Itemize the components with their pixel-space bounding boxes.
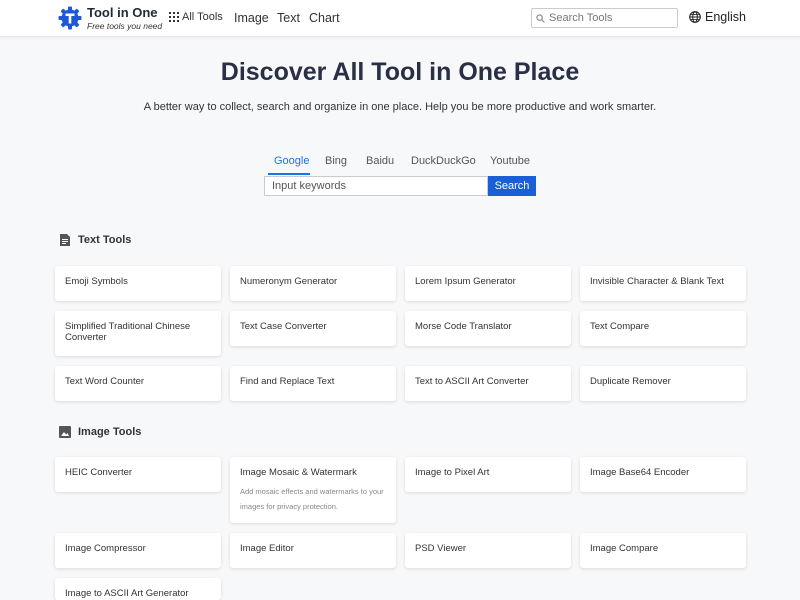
tool-card-image-mosaic-watermark[interactable]: Image Mosaic & Watermark Add mosaic effe… <box>230 457 396 523</box>
section-title-image-tools: Image Tools <box>58 425 141 439</box>
keyword-input[interactable] <box>264 176 488 196</box>
tool-card-morse-code-translator[interactable]: Morse Code Translator <box>405 311 571 346</box>
brand-tagline: Free tools you need <box>87 21 163 31</box>
tool-card-duplicate-remover[interactable]: Duplicate Remover <box>580 366 746 401</box>
hero-title: Discover All Tool in One Place <box>220 58 580 86</box>
grid-icon <box>169 12 179 22</box>
tool-card-title: Image Base64 Encoder <box>590 467 690 478</box>
engine-search-button[interactable]: Search <box>488 176 536 196</box>
tool-card-title: Emoji Symbols <box>65 276 128 287</box>
tool-card-title: Text Case Converter <box>240 321 327 332</box>
tool-card-image-to-pixel-art[interactable]: Image to Pixel Art <box>405 457 571 492</box>
tool-card-heic-converter[interactable]: HEIC Converter <box>55 457 221 492</box>
section-title-label: Image Tools <box>78 426 142 438</box>
nav-all-tools[interactable]: All Tools <box>169 11 223 23</box>
tool-card-title: Numeronym Generator <box>240 276 338 287</box>
image-icon <box>59 426 71 438</box>
tool-card-image-compressor[interactable]: Image Compressor <box>55 533 221 568</box>
nav-all-tools-label: All Tools <box>182 11 223 23</box>
tool-card-image-compare[interactable]: Image Compare <box>580 533 746 568</box>
nav-text[interactable]: Text <box>277 11 300 25</box>
top-header: Tool in One Free tools you need All Tool… <box>0 0 800 37</box>
language-selector[interactable]: English <box>689 10 746 24</box>
tool-card-emoji-symbols[interactable]: Emoji Symbols <box>55 266 221 301</box>
engine-tab-bing[interactable]: Bing <box>325 155 347 167</box>
tool-card-title: Image Compressor <box>65 543 146 554</box>
tool-card-numeronym-generator[interactable]: Numeronym Generator <box>230 266 396 301</box>
tool-card-title: Text to ASCII Art Converter <box>415 376 529 387</box>
tool-card-text-to-ascii-art[interactable]: Text to ASCII Art Converter <box>405 366 571 401</box>
tool-card-find-and-replace-text[interactable]: Find and Replace Text <box>230 366 396 401</box>
hero-subtitle: A better way to collect, search and orga… <box>143 101 657 113</box>
tool-search-box[interactable] <box>531 8 678 28</box>
tool-card-title: Simplified Traditional Chinese Converter <box>65 321 191 343</box>
active-engine-indicator <box>268 173 310 175</box>
nav-image[interactable]: Image <box>234 11 269 25</box>
nav-chart[interactable]: Chart <box>309 11 340 25</box>
tool-card-image-to-ascii-art[interactable]: Image to ASCII Art Generator <box>55 578 221 600</box>
tool-card-title: Image to ASCII Art Generator <box>65 588 189 599</box>
search-icon <box>536 13 545 23</box>
tool-card-title: Morse Code Translator <box>415 321 512 332</box>
logo-gear-icon[interactable] <box>58 6 82 30</box>
tool-card-title: Lorem Ipsum Generator <box>415 276 516 287</box>
tool-card-title: Find and Replace Text <box>240 376 335 387</box>
tool-card-text-compare[interactable]: Text Compare <box>580 311 746 346</box>
tool-card-title: Image Editor <box>240 543 294 554</box>
tool-card-text-word-counter[interactable]: Text Word Counter <box>55 366 221 401</box>
engine-tab-google[interactable]: Google <box>274 155 309 167</box>
engine-tab-duckduckgo[interactable]: DuckDuckGo <box>411 155 476 167</box>
engine-tab-baidu[interactable]: Baidu <box>366 155 394 167</box>
tool-card-description: Add mosaic effects and watermarks to you… <box>240 487 384 511</box>
tool-card-image-editor[interactable]: Image Editor <box>230 533 396 568</box>
tool-card-text-case-converter[interactable]: Text Case Converter <box>230 311 396 346</box>
tool-card-title: HEIC Converter <box>65 467 133 478</box>
tool-card-title: PSD Viewer <box>415 543 467 554</box>
tool-card-title: Image Compare <box>590 543 659 554</box>
brand-name[interactable]: Tool in One <box>87 5 158 20</box>
tool-card-title: Text Word Counter <box>65 376 145 387</box>
language-label: English <box>705 10 746 24</box>
engine-tab-youtube[interactable]: Youtube <box>490 155 530 167</box>
tool-card-lorem-ipsum-generator[interactable]: Lorem Ipsum Generator <box>405 266 571 301</box>
globe-icon <box>689 11 701 23</box>
tool-card-image-base64-encoder[interactable]: Image Base64 Encoder <box>580 457 746 492</box>
tool-card-title: Duplicate Remover <box>590 376 671 387</box>
search-engine-tabs: Google Bing Baidu DuckDuckGo Youtube <box>264 150 536 174</box>
tool-card-title: Invisible Character & Blank Text <box>590 276 724 287</box>
tool-card-title: Image to Pixel Art <box>415 467 490 478</box>
tool-card-title: Text Compare <box>590 321 650 332</box>
section-title-text-tools: Text Tools <box>58 233 131 247</box>
tool-card-simplified-traditional-chinese[interactable]: Simplified Traditional Chinese Converter <box>55 311 221 356</box>
tool-card-invisible-character[interactable]: Invisible Character & Blank Text <box>580 266 746 301</box>
tool-card-title: Image Mosaic & Watermark <box>240 467 357 478</box>
document-icon <box>60 234 70 246</box>
tool-search-input[interactable] <box>549 12 674 24</box>
section-title-label: Text Tools <box>78 234 132 246</box>
tool-card-psd-viewer[interactable]: PSD Viewer <box>405 533 571 568</box>
